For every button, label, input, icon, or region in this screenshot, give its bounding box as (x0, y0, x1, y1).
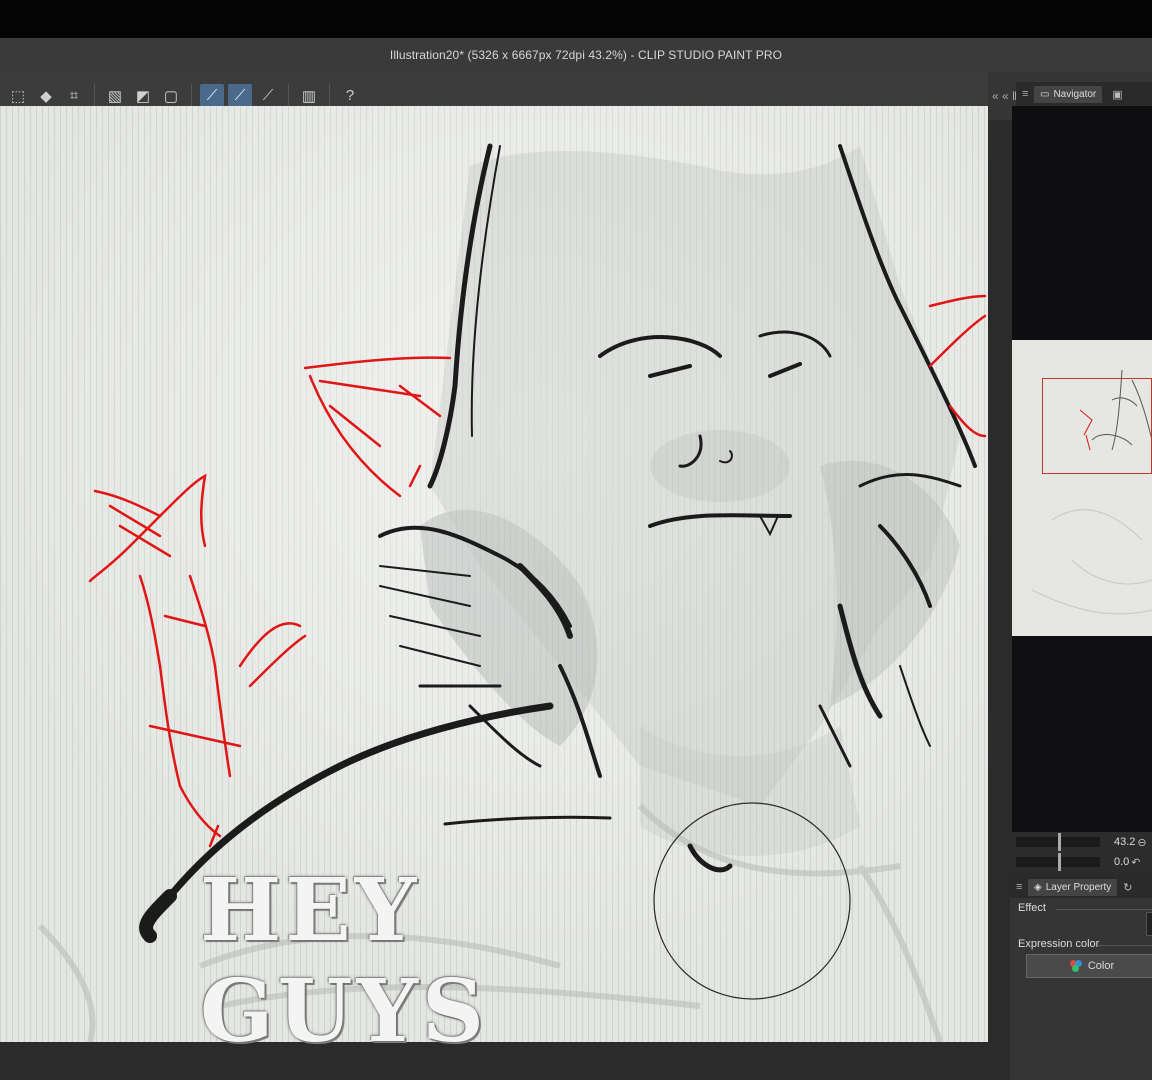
color-button-label: Color (1087, 960, 1115, 972)
device-icon[interactable]: ▥ (297, 84, 321, 108)
zoom-slider[interactable] (1016, 833, 1100, 851)
selection-invert-icon[interactable]: ◩ (131, 84, 155, 108)
panel-menu-icon[interactable]: ≡ (1016, 881, 1028, 893)
select-rectangle-icon[interactable]: ⬚ (6, 84, 30, 108)
layer-property-tab-bar: ≡ ◈ Layer Property ↻ (1010, 876, 1152, 898)
fill-bucket-icon[interactable]: ◆ (34, 84, 58, 108)
panel-menu-icon[interactable]: ≡ (1022, 88, 1034, 100)
grid-snap-icon[interactable]: ⟋ (256, 84, 280, 108)
ruler-snap-icon[interactable]: ⟋ (200, 83, 224, 108)
zoom-out-icon[interactable]: ⊖ (1137, 836, 1146, 849)
zoom-slider-thumb[interactable] (1058, 833, 1061, 851)
navigator-icon: ▭ (1040, 88, 1050, 100)
effect-divider (1056, 909, 1152, 910)
layer-property-icon: ◈ (1034, 881, 1042, 893)
crop-icon[interactable]: ⌗ (62, 84, 86, 108)
tab-navigator[interactable]: ▭ Navigator (1034, 85, 1103, 103)
tab-navigator-label: Navigator (1053, 88, 1097, 100)
rotation-slider-thumb[interactable] (1058, 853, 1061, 871)
rgb-color-icon (1069, 960, 1082, 972)
expression-color-label: Expression color (1018, 938, 1100, 950)
toolbar-separator (288, 83, 289, 108)
navigator-view-frame[interactable] (1042, 378, 1152, 474)
effect-button[interactable] (1146, 912, 1152, 936)
rotation-control: 0.0 ↶ (1010, 852, 1152, 872)
zoom-value[interactable]: 43.2 (1114, 836, 1135, 848)
title-bar: Illustration20* (5326 x 6667px 72dpi 43.… (0, 38, 1152, 72)
toolbar-separator (329, 83, 330, 108)
expression-color-divider (1098, 945, 1152, 946)
window-title: Illustration20* (5326 x 6667px 72dpi 43.… (389, 48, 783, 62)
navigator-lower-area (1012, 636, 1152, 832)
expression-color-button[interactable]: Color (1026, 954, 1152, 978)
effect-label: Effect (1018, 902, 1046, 914)
navigator-background (1012, 106, 1152, 340)
tab-history-icon[interactable]: ↻ (1123, 881, 1132, 894)
overlay-caption: HEY GUYS (200, 860, 488, 1062)
layer-property-panel: Effect Expression color Color (1010, 898, 1152, 1080)
dock-collapse-arrows[interactable]: « « ‖ (992, 89, 1017, 103)
selection-crop-icon[interactable]: ▢ (159, 84, 183, 108)
toolbar-separator (191, 83, 192, 108)
selection-clear-icon[interactable]: ▧ (103, 84, 127, 108)
monitor-bezel (0, 0, 1152, 40)
tab-layer-property-label: Layer Property (1045, 881, 1112, 893)
rotation-slider[interactable] (1016, 853, 1100, 871)
zoom-control: 43.2 ⊖ (1010, 832, 1152, 852)
rotate-icon[interactable]: ↶ (1131, 856, 1140, 869)
rotation-value[interactable]: 0.0 (1114, 856, 1129, 868)
navigator-tab-bar: ≡ ▭ Navigator ▣ (1016, 82, 1152, 106)
special-ruler-snap-icon[interactable]: ⟋ (228, 83, 252, 108)
tab-subview-icon[interactable]: ▣ (1112, 88, 1122, 101)
help-icon[interactable]: ? (338, 84, 362, 108)
tab-layer-property[interactable]: ◈ Layer Property (1028, 878, 1118, 896)
toolbar-separator (94, 83, 95, 108)
